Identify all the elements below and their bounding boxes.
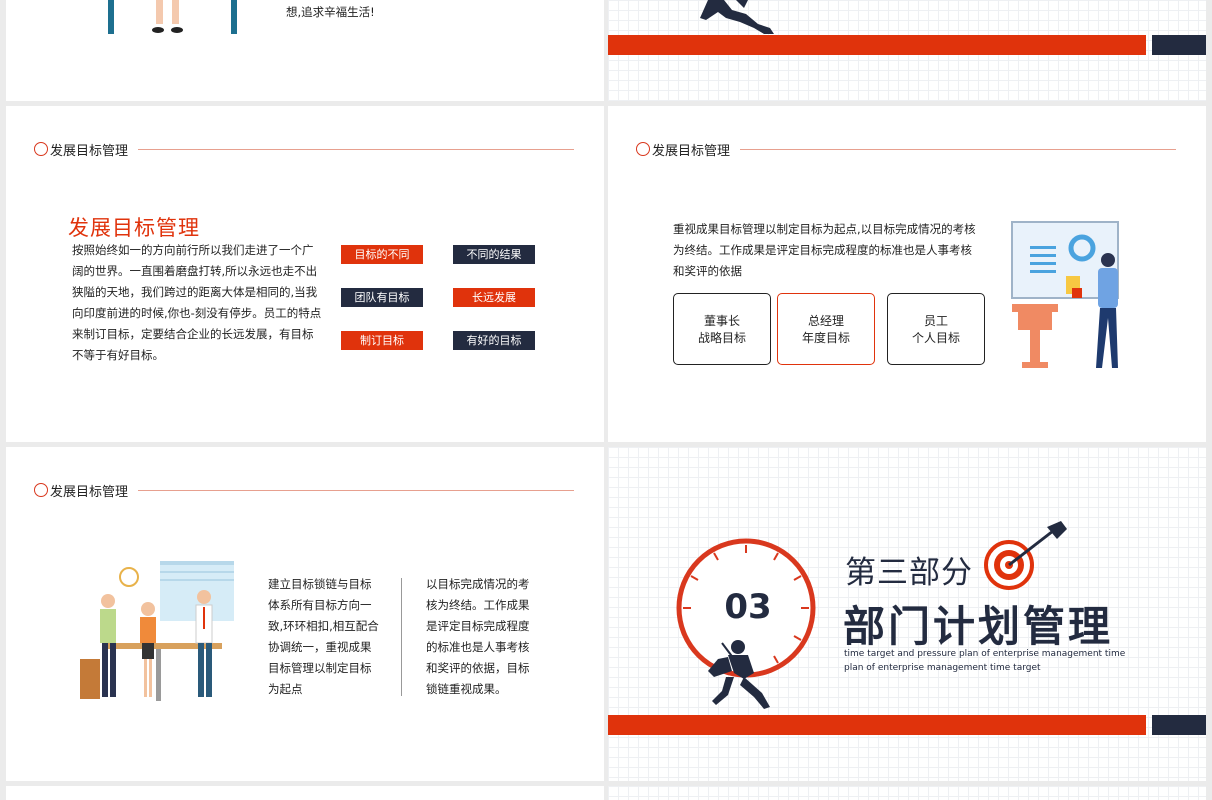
- running-man-icon: [700, 0, 774, 34]
- slide5-col2: 以目标完成情况的考 核为终结。工作成果 是评定目标完成程度 的标准也是人事考核 …: [426, 574, 546, 700]
- section-header-text: 发展目标管理: [652, 144, 731, 159]
- section-header: 发展目标管理: [34, 481, 574, 500]
- body-line: 重视成果目标管理以制定目标为起点,以目标完成情况的考核: [673, 222, 976, 236]
- red-bar: [608, 715, 1146, 735]
- tag-different-result: 不同的结果: [453, 245, 535, 264]
- subtitle-line: plan of enterprise management time targe…: [844, 663, 1041, 673]
- col2-line: 核为终结。工作成果: [426, 598, 530, 612]
- slide3-title: 发展目标管理: [68, 216, 200, 240]
- slide-3: 发展目标管理 发展目标管理 按照始终如一的方向前行所以我们走进了一个广 阔的世界…: [6, 106, 604, 442]
- slide-8: [608, 786, 1206, 800]
- body-line: 不等于有好目标。: [72, 348, 164, 362]
- slide1-tail-text: 想,追求辛福生活!: [286, 5, 375, 19]
- col1-line: 致,环环相扣,相互配合: [268, 619, 379, 633]
- col1-line: 建立目标锁链与目标: [268, 577, 372, 591]
- box-employee: 员工 个人目标: [887, 293, 985, 365]
- slide-7: [6, 786, 604, 800]
- box-line1: 董事长: [703, 314, 740, 328]
- section-header: 发展目标管理: [636, 140, 1176, 159]
- slide-6: 03 第三部分 部门计划管理 time target and pressure …: [608, 447, 1206, 781]
- tag-team-goal: 团队有目标: [341, 288, 423, 307]
- navy-bar: [1152, 35, 1206, 55]
- column-divider: [401, 578, 402, 696]
- body-line: 和奖评的依据: [673, 264, 742, 278]
- body-line: 阔的世界。一直围着磨盘打转,所以永远也走不出: [72, 264, 318, 278]
- col1-line: 协调统一，重视成果: [268, 640, 372, 654]
- box-chairman: 董事长 战略目标: [673, 293, 771, 365]
- presenter-illustration: [1011, 221, 1119, 368]
- col2-line: 的标准也是人事考核: [426, 640, 530, 654]
- box-line2: 个人目标: [911, 331, 960, 345]
- box-line1: 员工: [923, 314, 948, 328]
- col2-line: 以目标完成情况的考: [426, 577, 530, 591]
- box-line1: 总经理: [807, 314, 844, 328]
- running-man-icon: [708, 640, 770, 709]
- slide-4: 发展目标管理 重视成果目标管理以制定目标为起点,以目标完成情况的考核 为终结。工…: [608, 106, 1206, 442]
- section-number: 03: [724, 587, 772, 627]
- body-line: 按照始终如一的方向前行所以我们走进了一个广: [72, 243, 314, 257]
- tag-long-term: 长远发展: [453, 288, 535, 307]
- office-team-illustration: [80, 561, 234, 701]
- header-divider: [138, 149, 574, 150]
- body-line: 来制订目标，定要结合企业的长远发展，有目标: [72, 327, 314, 341]
- body-line: 狭隘的天地，我们跨过的距离大体是相同的,当我: [72, 285, 318, 299]
- col2-line: 锁链重视成果。: [426, 682, 507, 696]
- col2-line: 和奖评的依据，目标: [426, 661, 530, 675]
- col1-line: 为起点: [268, 682, 303, 696]
- col1-line: 目标管理以制定目标: [268, 661, 372, 675]
- header-divider: [740, 149, 1176, 150]
- tag-goal-difference: 目标的不同: [341, 245, 423, 264]
- box-line2: 年度目标: [801, 331, 850, 345]
- col2-line: 是评定目标完成程度: [426, 619, 530, 633]
- target-dart-icon: [984, 521, 1067, 590]
- slide-2: [608, 0, 1206, 101]
- body-line: 向印度前进的时候,你也-刻没有停步。员工的特点: [72, 306, 322, 320]
- section-header-text: 发展目标管理: [50, 485, 129, 500]
- tag-good-goal: 有好的目标: [453, 331, 535, 350]
- slide5-col1: 建立目标锁链与目标 体系所有目标方向一 致,环环相扣,相互配合 协调统一，重视成…: [268, 574, 388, 700]
- section-header-text: 发展目标管理: [50, 144, 129, 159]
- section-header: 发展目标管理: [34, 140, 574, 159]
- box-line2: 战略目标: [697, 331, 746, 345]
- part-label: 第三部分: [845, 555, 973, 591]
- circle-bullet-icon: [34, 142, 48, 156]
- circle-bullet-icon: [34, 483, 48, 497]
- subtitle-line: time target and pressure plan of enterpr…: [844, 649, 1126, 659]
- col1-line: 体系所有目标方向一: [268, 598, 372, 612]
- slide-5: 发展目标管理 建立目标锁链与目标 体系所有目标方向一 致,环环相扣,相互配合 协…: [6, 447, 604, 781]
- body-line: 为终结。工作成果是评定目标完成程度的标准也是人事考核: [673, 243, 972, 257]
- header-divider: [138, 490, 574, 491]
- slide-1: 想,追求辛福生活!: [6, 0, 604, 101]
- navy-bar: [1152, 715, 1206, 735]
- section-title: 部门计划管理: [843, 602, 1114, 651]
- tag-set-goal: 制订目标: [341, 331, 423, 350]
- box-general-manager: 总经理 年度目标: [777, 293, 875, 365]
- slide4-body: 重视成果目标管理以制定目标为起点,以目标完成情况的考核 为终结。工作成果是评定目…: [673, 219, 993, 282]
- circle-bullet-icon: [636, 142, 650, 156]
- red-bar: [608, 35, 1146, 55]
- section-subtitle: time target and pressure plan of enterpr…: [844, 647, 1134, 675]
- slide3-body: 按照始终如一的方向前行所以我们走进了一个广 阔的世界。一直围着磨盘打转,所以永远…: [72, 240, 332, 366]
